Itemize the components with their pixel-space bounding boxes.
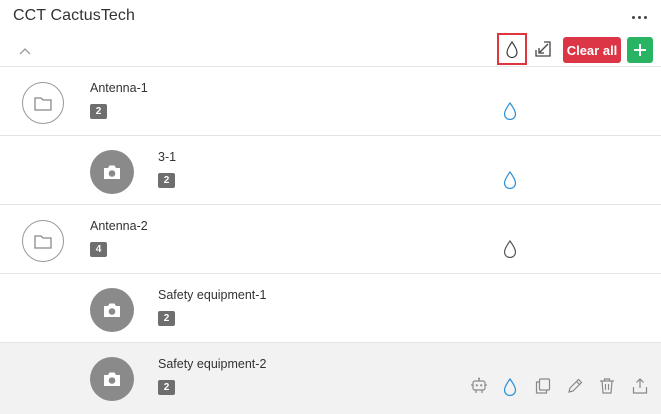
item-name: 3-1 [158, 150, 177, 164]
item-name: Safety equipment-2 [158, 357, 267, 371]
arrow-down-left-icon[interactable] [533, 39, 553, 59]
water-drop-icon[interactable] [503, 240, 517, 258]
upload-icon[interactable] [630, 376, 650, 396]
camera-icon [90, 150, 134, 194]
count-badge: 2 [158, 173, 175, 188]
pencil-icon[interactable] [565, 376, 585, 396]
folder-icon [22, 82, 64, 124]
copy-icon[interactable] [533, 376, 553, 396]
trash-icon[interactable] [597, 376, 617, 396]
plus-icon [634, 44, 646, 56]
water-drop-icon [506, 40, 518, 58]
water-drop-icon[interactable] [503, 102, 517, 120]
page-title: CCT CactusTech [13, 7, 136, 24]
item-name: Antenna-2 [90, 219, 148, 233]
list-item[interactable]: 3-1 2 [0, 135, 661, 205]
count-badge: 2 [158, 380, 175, 395]
clear-all-button[interactable]: Clear all [563, 37, 621, 63]
list-item[interactable]: Antenna-1 2 [0, 66, 661, 136]
water-drop-icon[interactable] [503, 378, 517, 396]
list-item[interactable]: Safety equipment-1 2 [0, 273, 661, 343]
chevron-up-icon[interactable] [17, 45, 33, 57]
list-item[interactable]: Safety equipment-2 2 [0, 342, 661, 414]
more-options-icon[interactable] [628, 10, 650, 24]
list-item[interactable]: Antenna-2 4 [0, 204, 661, 274]
count-badge: 2 [90, 104, 107, 119]
item-name: Safety equipment-1 [158, 288, 267, 302]
water-drop-icon[interactable] [503, 171, 517, 189]
camera-icon [90, 357, 134, 401]
filter-drop-button[interactable] [497, 33, 527, 65]
count-badge: 2 [158, 311, 175, 326]
add-button[interactable] [627, 37, 653, 63]
robot-icon[interactable] [469, 376, 489, 396]
count-badge: 4 [90, 242, 107, 257]
camera-icon [90, 288, 134, 332]
item-name: Antenna-1 [90, 81, 148, 95]
folder-icon [22, 220, 64, 262]
header: CCT CactusTech Clear all [0, 0, 661, 66]
